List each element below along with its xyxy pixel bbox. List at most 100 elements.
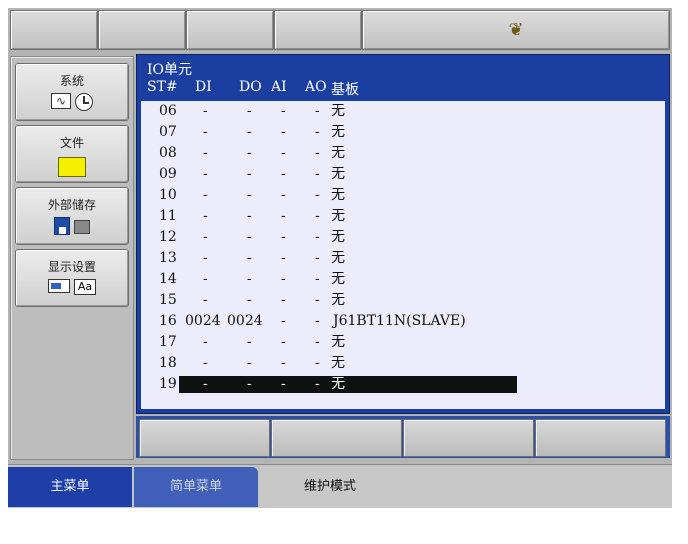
cell-ao: - (315, 271, 320, 287)
top-tab-2[interactable] (98, 10, 186, 50)
yaskawa-logo-icon: ❦ (508, 19, 524, 41)
cell-ao: - (315, 145, 320, 161)
cell-di: - (203, 334, 208, 350)
table-row[interactable]: 08 - - - - 无 (141, 143, 665, 164)
cell-di: - (203, 250, 208, 266)
menu-display-settings-label: 显示设置 (47, 260, 96, 274)
cell-st: 10 (159, 187, 177, 203)
table-row[interactable]: 18 - - - - 无 (141, 353, 665, 374)
table-row[interactable]: 11 - - - - 无 (141, 206, 665, 227)
cell-st: 11 (159, 208, 177, 224)
cell-ao: - (315, 376, 320, 392)
cell-do: - (247, 124, 252, 140)
cell-st: 13 (159, 250, 177, 266)
memory-card-icon (74, 220, 90, 234)
table-row[interactable]: 12 - - - - 无 (141, 227, 665, 248)
cell-board: 无 (331, 145, 345, 161)
cell-di: - (203, 229, 208, 245)
cell-ao: - (315, 292, 320, 308)
cell-st: 12 (159, 229, 177, 245)
soft-key-1[interactable] (139, 419, 270, 457)
cell-board: 无 (331, 355, 345, 371)
top-tab-logo[interactable]: ❦ (362, 10, 670, 50)
cell-ao: - (315, 103, 320, 119)
cell-do: - (247, 376, 252, 392)
table-row-selected[interactable]: 19 - - - - 无 (141, 374, 665, 395)
cell-board: J61BT11N(SLAVE) (333, 313, 466, 329)
column-header-st: ST# (147, 79, 178, 95)
cell-ai: - (281, 208, 286, 224)
table-row[interactable]: 13 - - - - 无 (141, 248, 665, 269)
top-tab-3[interactable] (186, 10, 274, 50)
cell-ai: - (281, 103, 286, 119)
column-header-ai: AI (271, 79, 287, 95)
menu-file-button[interactable]: 文件 (15, 125, 129, 183)
cell-st: 19 (159, 376, 177, 392)
io-unit-panel: IO单元 ST# DI DO AI AO 基板 06 - - - - 无 07 … (136, 54, 670, 414)
column-header-di: DI (195, 79, 212, 95)
soft-key-2[interactable] (271, 419, 402, 457)
soft-key-bar (136, 416, 670, 458)
cell-board: 无 (331, 376, 345, 392)
cell-st: 17 (159, 334, 177, 350)
cell-st: 09 (159, 166, 177, 182)
cell-di: - (203, 187, 208, 203)
cell-ai: - (281, 250, 286, 266)
cell-do: - (247, 334, 252, 350)
cell-do: - (247, 145, 252, 161)
cell-ai: - (281, 187, 286, 203)
cell-di: - (203, 124, 208, 140)
cell-ai: - (281, 313, 286, 329)
cell-ai: - (281, 355, 286, 371)
folder-icon (58, 157, 86, 177)
cell-ai: - (281, 166, 286, 182)
tab-main-menu[interactable]: 主菜单 (8, 467, 132, 507)
cell-di: - (203, 145, 208, 161)
cell-st: 08 (159, 145, 177, 161)
waveform-icon: ∿ (51, 93, 71, 109)
cell-board: 无 (331, 208, 345, 224)
cell-ao: - (315, 334, 320, 350)
top-tab-1[interactable] (10, 10, 98, 50)
cell-ai: - (281, 124, 286, 140)
cell-ai: - (281, 292, 286, 308)
cell-do: - (247, 250, 252, 266)
screen-icon (48, 279, 70, 293)
cell-ai: - (281, 145, 286, 161)
table-row[interactable]: 14 - - - - 无 (141, 269, 665, 290)
cell-di: - (203, 292, 208, 308)
menu-external-storage-label: 外部储存 (47, 198, 96, 212)
cell-board: 无 (331, 124, 345, 140)
floppy-disk-icon (54, 217, 70, 235)
cell-ao: - (315, 355, 320, 371)
table-row[interactable]: 09 - - - - 无 (141, 164, 665, 185)
cell-st: 18 (159, 355, 177, 371)
table-row[interactable]: 17 - - - - 无 (141, 332, 665, 353)
cell-st: 15 (159, 292, 177, 308)
cell-st: 07 (159, 124, 177, 140)
cell-st: 16 (159, 313, 177, 329)
menu-display-settings-button[interactable]: 显示设置 Aa (15, 249, 129, 307)
menu-system-button[interactable]: 系统 ∿ (15, 63, 129, 121)
cell-do: - (247, 103, 252, 119)
io-unit-list: 06 - - - - 无 07 - - - - 无 08 - - - - 无 0… (141, 101, 665, 409)
table-row[interactable]: 06 - - - - 无 (141, 101, 665, 122)
cell-board: 无 (331, 166, 345, 182)
cell-di: - (203, 208, 208, 224)
cell-ao: - (315, 166, 320, 182)
top-tab-4[interactable] (274, 10, 362, 50)
table-row[interactable]: 10 - - - - 无 (141, 185, 665, 206)
menu-external-storage-button[interactable]: 外部储存 (15, 187, 129, 245)
menu-system-label: 系统 (59, 74, 84, 88)
panel-title: IO单元 (147, 62, 193, 78)
soft-key-4[interactable] (535, 419, 666, 457)
tab-simple-menu[interactable]: 简单菜单 (134, 467, 258, 507)
cell-ao: - (315, 124, 320, 140)
table-row[interactable]: 15 - - - - 无 (141, 290, 665, 311)
cell-ao: - (315, 313, 320, 329)
table-row[interactable]: 16 0024 0024 - - J61BT11N(SLAVE) (141, 311, 665, 332)
table-row[interactable]: 07 - - - - 无 (141, 122, 665, 143)
soft-key-3[interactable] (403, 419, 534, 457)
cell-ao: - (315, 250, 320, 266)
cell-do: - (247, 355, 252, 371)
